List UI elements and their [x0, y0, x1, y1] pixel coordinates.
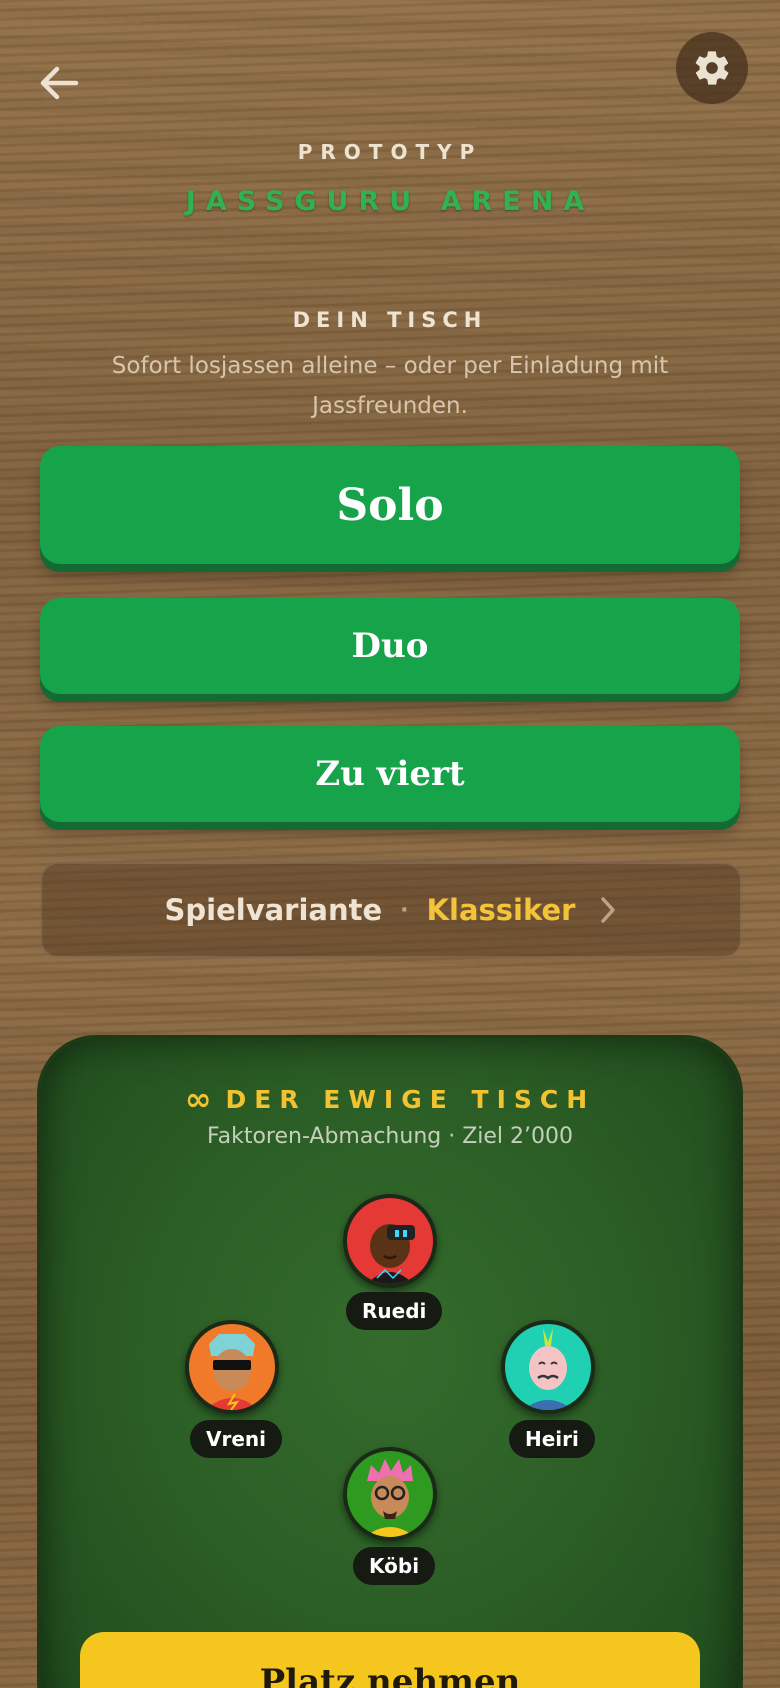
player-name-heiri: Heiri: [509, 1420, 595, 1458]
gear-icon: [695, 51, 729, 85]
app-title: JASSGURU ARENA: [185, 186, 595, 217]
section-subtitle: Sofort losjassen alleine – oder per Einl…: [111, 353, 669, 419]
seat-ruedi[interactable]: [343, 1194, 437, 1288]
eternal-table-title-text: DER EWIGE TISCH: [225, 1085, 596, 1114]
solo-button-label: Solo: [336, 479, 444, 531]
variant-value: Klassiker: [426, 893, 576, 927]
player-name-koebi: Köbi: [353, 1547, 436, 1585]
avatar: [343, 1194, 437, 1288]
four-players-button-label: Zu viert: [315, 754, 465, 794]
eternal-table-title: ∞ DER EWIGE TISCH: [0, 1080, 780, 1118]
variant-label: Spielvariante: [164, 893, 383, 927]
player-name-vreni: Vreni: [190, 1420, 282, 1458]
seat-heiri[interactable]: [501, 1320, 595, 1414]
seat-vreni[interactable]: [185, 1320, 279, 1414]
eternal-table-subtitle: Faktoren-Abmachung · Ziel 2’000: [206, 1124, 574, 1149]
avatar: [501, 1320, 595, 1414]
solo-button[interactable]: Solo: [40, 446, 740, 564]
avatar: [185, 1320, 279, 1414]
infinity-icon: ∞: [184, 1080, 212, 1118]
player-name-ruedi: Ruedi: [346, 1292, 443, 1330]
settings-button[interactable]: [676, 32, 748, 104]
take-seat-button-label: Platz nehmen: [259, 1662, 521, 1688]
avatar: [343, 1447, 437, 1541]
chevron-right-icon: [599, 896, 617, 924]
take-seat-button[interactable]: Platz nehmen: [80, 1632, 700, 1688]
kicker-label: PROTOTYP: [297, 140, 483, 164]
duo-button-label: Duo: [351, 626, 429, 666]
four-players-button[interactable]: Zu viert: [40, 726, 740, 822]
section-title: DEIN TISCH: [292, 308, 488, 332]
back-button[interactable]: [34, 58, 84, 108]
arrow-left-icon: [40, 66, 79, 100]
variant-separator: ·: [400, 897, 409, 923]
seat-koebi[interactable]: [343, 1447, 437, 1541]
duo-button[interactable]: Duo: [40, 598, 740, 694]
game-variant-selector[interactable]: Spielvariante · Klassiker: [40, 862, 742, 958]
